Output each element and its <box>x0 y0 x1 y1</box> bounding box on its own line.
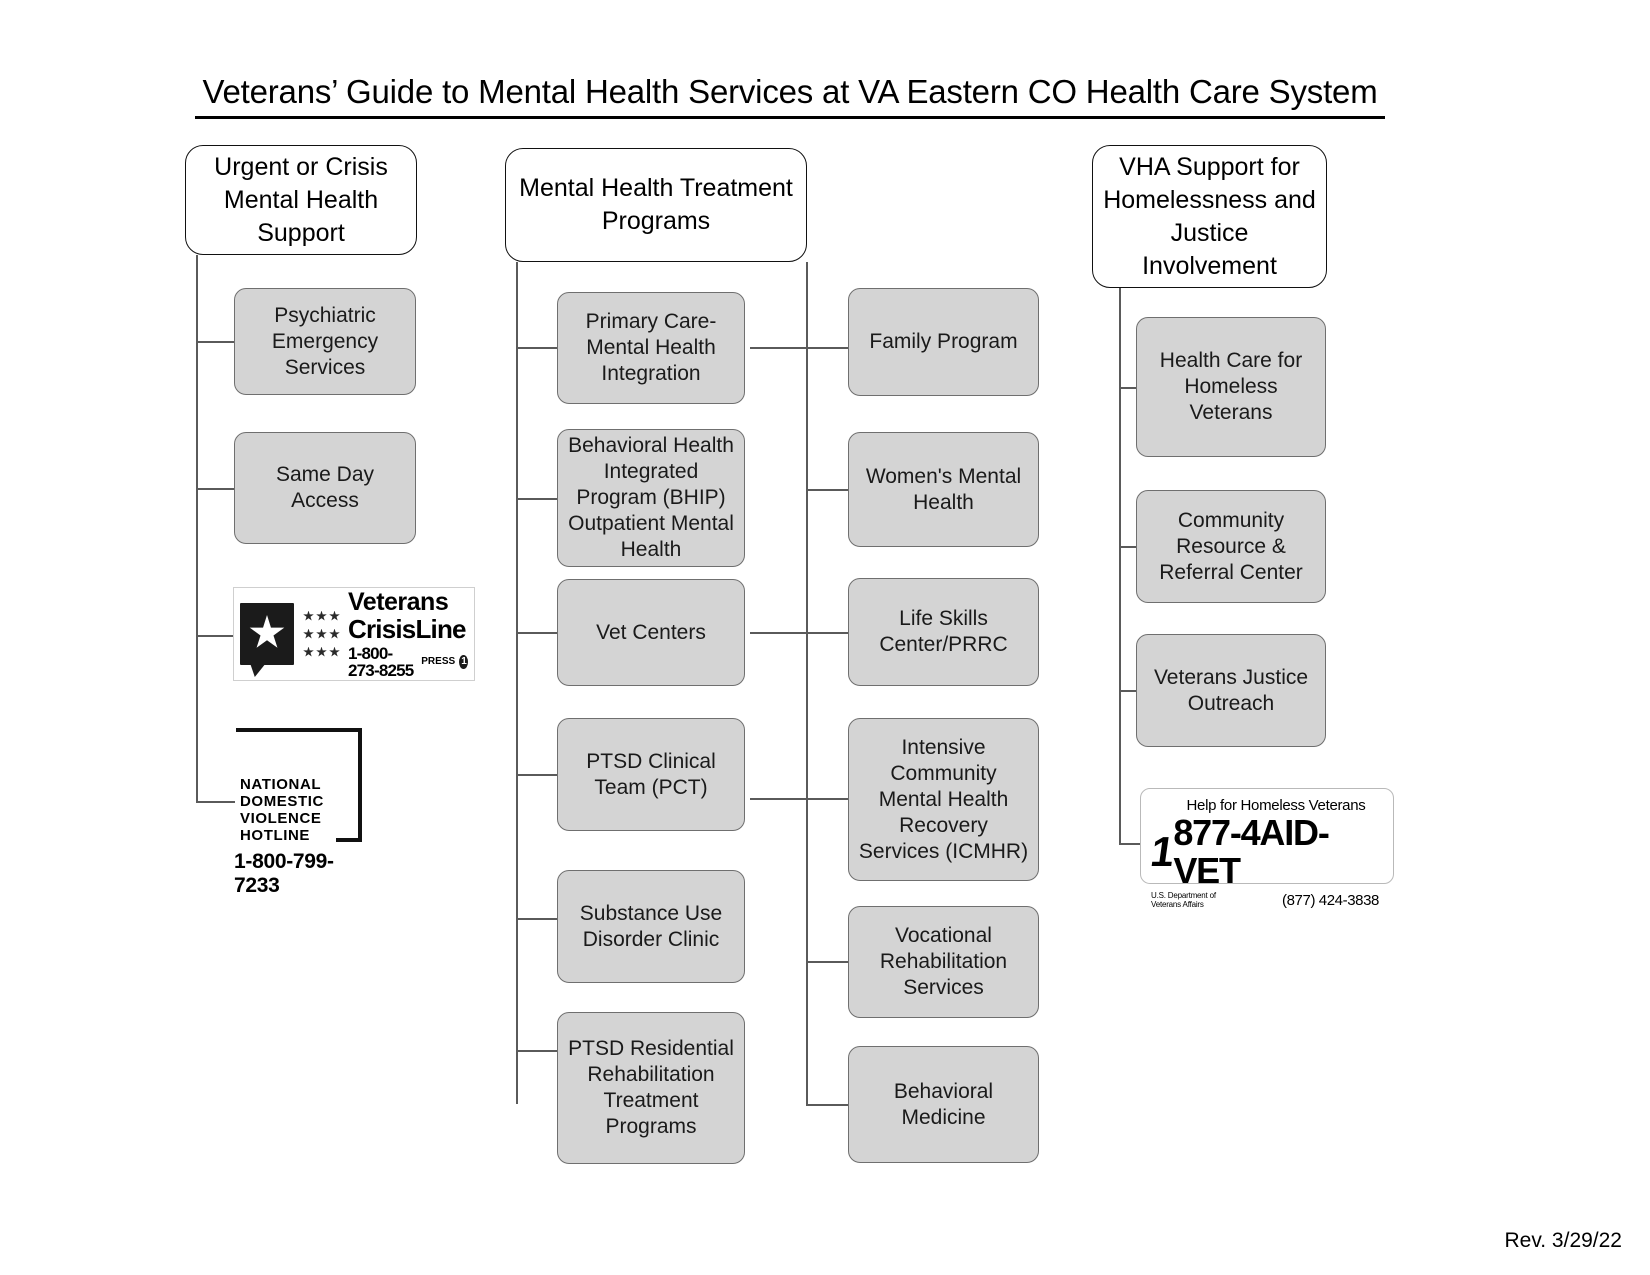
crisis-line-phone-row: 1-800-273-8255 PRESS 1 <box>348 645 468 679</box>
node-community-resource-referral-center[interactable]: Community Resource & Referral Center <box>1136 490 1326 603</box>
connector-to-pct <box>516 774 558 776</box>
connector-to-homeless-hotline <box>1119 843 1141 845</box>
crisis-line-text: Veterans CrisisLine 1-800-273-8255 PRESS… <box>348 587 468 679</box>
node-primary-care-mental-health-integration-label: Primary Care-Mental Health Integration <box>585 310 717 385</box>
connector-to-family-program <box>750 347 850 349</box>
node-same-day-access-label: Same Day Access <box>275 463 375 512</box>
star-icon <box>249 615 285 648</box>
crisis-line-flag-icon <box>240 603 294 677</box>
connector-treatment-left-trunk <box>516 262 518 1104</box>
crisis-line-phone: 1-800-273-8255 <box>348 643 414 680</box>
node-substance-use-disorder-clinic[interactable]: Substance Use Disorder Clinic <box>557 870 745 983</box>
node-life-skills-center-prrc[interactable]: Life Skills Center/PRRC <box>848 578 1039 686</box>
hhv-phone-number: 877-4AID-VET <box>1173 812 1329 891</box>
help-for-homeless-veterans-logo[interactable]: Help for Homeless Veterans 1 877-4AID-VE… <box>1140 788 1394 909</box>
connector-to-vet-centers <box>516 632 558 634</box>
veterans-crisis-line-logo[interactable]: Veterans CrisisLine 1-800-273-8255 PRESS… <box>233 587 475 681</box>
node-intensive-community-mental-health-recovery-services[interactable]: Intensive Community Mental Health Recove… <box>848 718 1039 881</box>
node-health-care-for-homeless-veterans-label: Health Care for Homeless Veterans <box>1159 349 1303 424</box>
crisis-line-word-crisisline: CrisisLine <box>348 613 467 644</box>
node-vet-centers-label: Vet Centers <box>596 620 706 644</box>
connector-to-crrc <box>1119 546 1137 548</box>
ndvh-name: NATIONAL DOMESTIC VIOLENCE HOTLINE <box>240 776 324 844</box>
connector-to-vjo <box>1119 690 1137 692</box>
node-ptsd-residential-rehabilitation-treatment-programs[interactable]: PTSD Residential Rehabilitation Treatmen… <box>557 1012 745 1164</box>
node-ptsd-residential-rehabilitation-treatment-programs-label: PTSD Residential Rehabilitation Treatmen… <box>568 1037 734 1138</box>
node-family-program[interactable]: Family Program <box>848 288 1039 396</box>
connector-treatment-right-trunk <box>806 262 808 1106</box>
page-title: Veterans’ Guide to Mental Health Service… <box>195 70 1385 119</box>
node-womens-mental-health-label: Women's Mental Health <box>865 464 1022 514</box>
connector-urgent-to-crisis-line <box>196 635 235 637</box>
connector-to-behavioral-medicine <box>806 1104 850 1106</box>
node-health-care-for-homeless-veterans[interactable]: Health Care for Homeless Veterans <box>1136 317 1326 457</box>
hhv-phone-row: 1 877-4AID-VET <box>1147 812 1383 891</box>
revision-date: Rev. 3/29/22 <box>1504 1229 1622 1252</box>
hhv-phone-prefix: 1 <box>1147 828 1176 875</box>
node-veterans-justice-outreach[interactable]: Veterans Justice Outreach <box>1136 634 1326 747</box>
node-community-resource-referral-center-label: Community Resource & Referral Center <box>1159 508 1303 584</box>
node-bhip-outpatient-mental-health[interactable]: Behavioral Health Integrated Program (BH… <box>557 429 745 567</box>
node-veterans-justice-outreach-label: Veterans Justice Outreach <box>1153 665 1309 715</box>
header-vha-support-label: VHA Support for Homelessness and Justice… <box>1103 152 1316 280</box>
hhv-footer-row: U.S. Department of Veterans Affairs (877… <box>1151 891 1383 909</box>
node-behavioral-medicine-label: Behavioral Medicine <box>893 1079 994 1129</box>
connector-vha-trunk <box>1119 288 1121 844</box>
crisis-line-word-veterans: Veterans <box>348 587 449 616</box>
national-domestic-violence-hotline-logo[interactable]: NATIONAL DOMESTIC VIOLENCE HOTLINE 1-800… <box>228 728 378 897</box>
hhv-small-print: U.S. Department of Veterans Affairs <box>1151 891 1216 909</box>
node-intensive-community-mental-health-recovery-services-label: Intensive Community Mental Health Recove… <box>858 735 1029 863</box>
header-treatment-programs: Mental Health Treatment Programs <box>505 148 807 262</box>
node-life-skills-center-prrc-label: Life Skills Center/PRRC <box>879 607 1008 656</box>
connector-to-hchv <box>1119 387 1137 389</box>
hhv-alt-phone: (877) 424-3838 <box>1282 892 1379 909</box>
flag-tail-icon <box>250 663 266 677</box>
node-substance-use-disorder-clinic-label: Substance Use Disorder Clinic <box>579 901 723 951</box>
header-urgent-crisis-label: Urgent or Crisis Mental Health Support <box>214 152 388 247</box>
node-behavioral-medicine[interactable]: Behavioral Medicine <box>848 1046 1039 1163</box>
node-same-day-access[interactable]: Same Day Access <box>234 432 416 544</box>
node-ptsd-clinical-team-label: PTSD Clinical Team (PCT) <box>586 749 716 799</box>
node-bhip-outpatient-mental-health-label: Behavioral Health Integrated Program (BH… <box>568 434 734 561</box>
connector-to-ptsd-rrtp <box>516 1050 558 1052</box>
node-primary-care-mental-health-integration[interactable]: Primary Care-Mental Health Integration <box>557 292 745 404</box>
connector-to-sud-clinic <box>516 918 558 920</box>
node-ptsd-clinical-team[interactable]: PTSD Clinical Team (PCT) <box>557 718 745 831</box>
connector-urgent-trunk <box>196 255 198 803</box>
connector-to-icmhr <box>750 798 850 800</box>
header-treatment-programs-label: Mental Health Treatment Programs <box>519 174 793 235</box>
connector-to-pcmhi <box>516 347 558 349</box>
node-vocational-rehabilitation-services-label: Vocational Rehabilitation Services <box>879 924 1008 999</box>
connector-to-womens-mental-health <box>806 489 850 491</box>
crisis-line-press-label: PRESS <box>421 655 456 667</box>
node-psychiatric-emergency-services[interactable]: Psychiatric Emergency Services <box>234 288 416 395</box>
connector-to-bhip <box>516 498 558 500</box>
node-family-program-label: Family Program <box>869 330 1018 353</box>
node-womens-mental-health[interactable]: Women's Mental Health <box>848 432 1039 547</box>
node-psychiatric-emergency-services-label: Psychiatric Emergency Services <box>271 303 379 379</box>
node-vet-centers[interactable]: Vet Centers <box>557 579 745 686</box>
ndvh-phone: 1-800-799-7233 <box>234 850 334 897</box>
node-vocational-rehabilitation-services[interactable]: Vocational Rehabilitation Services <box>848 906 1039 1018</box>
crisis-line-press-digit: 1 <box>459 654 468 669</box>
header-urgent-crisis: Urgent or Crisis Mental Health Support <box>185 145 417 255</box>
flowchart-page: Veterans’ Guide to Mental Health Service… <box>0 0 1650 1275</box>
connector-urgent-to-sda <box>196 488 235 490</box>
star-grid-icon <box>302 607 341 661</box>
connector-to-vocational-rehab <box>806 961 850 963</box>
connector-to-life-skills-center <box>750 632 850 634</box>
connector-urgent-to-pes <box>196 341 235 343</box>
header-vha-support: VHA Support for Homelessness and Justice… <box>1092 145 1327 288</box>
